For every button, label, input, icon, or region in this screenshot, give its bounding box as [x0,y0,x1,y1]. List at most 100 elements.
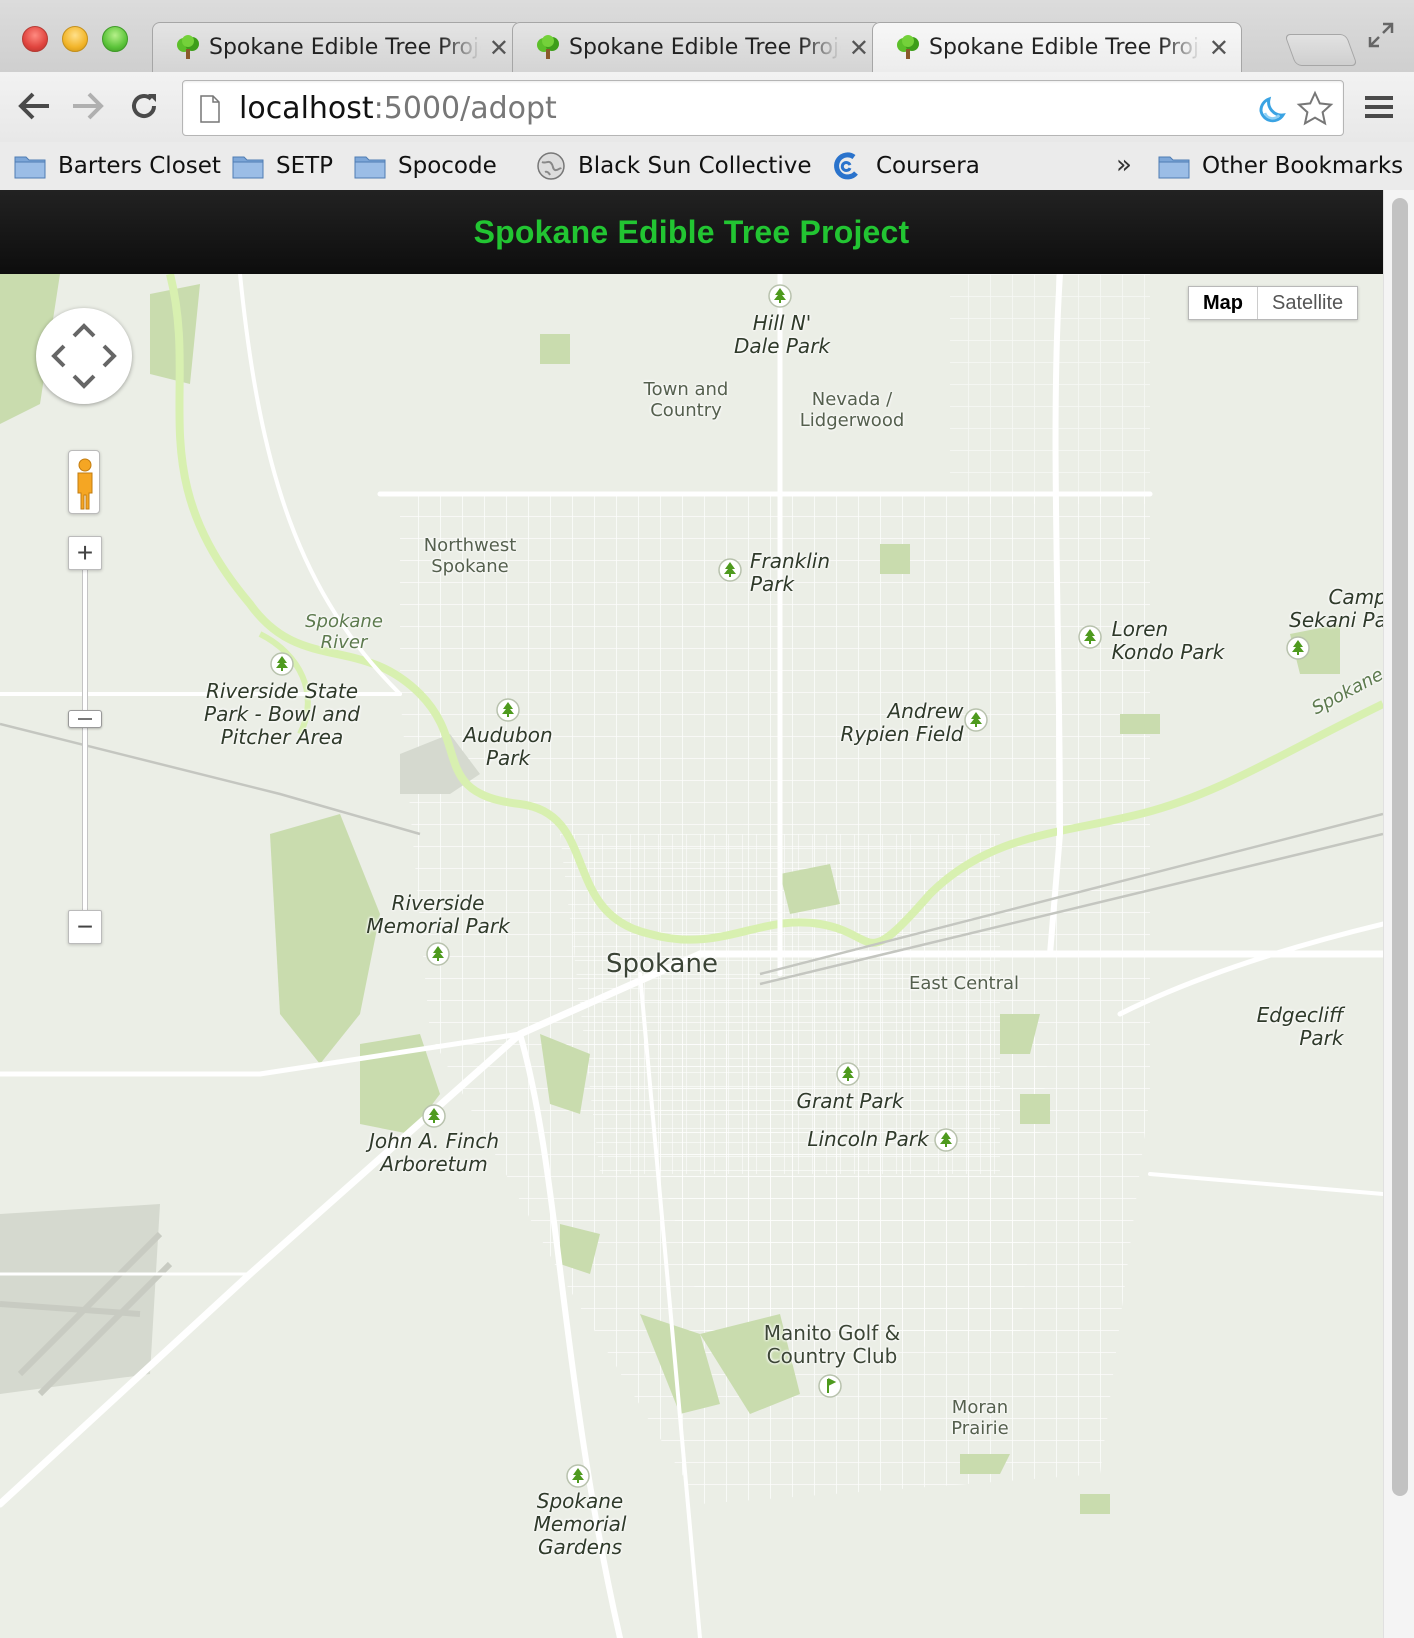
forward-button[interactable] [68,86,108,126]
label-text: Camp Sekani Pa [1289,585,1383,632]
back-button[interactable] [14,86,54,126]
label-text: Town and Country [643,379,729,421]
bookmark-star-icon[interactable] [1295,89,1335,129]
bookmark-label: Spocode [398,153,497,179]
page-viewport: Spokane Edible Tree Project Map Satellit… [0,190,1383,1638]
tree-marker-icon[interactable] [835,1061,861,1087]
tab-1[interactable]: Spokane Edible Tree Project ✕ [152,22,522,72]
label-riverside-state-park: Riverside State Park - Bowl and Pitcher … [204,680,360,749]
zoom-in-button[interactable]: + [68,536,102,570]
bookmark-spocode[interactable]: Spocode [354,146,497,186]
zoom-window-button[interactable] [102,26,128,52]
label-audubon-park: Audubon Park [463,724,552,770]
tree-marker-icon[interactable] [717,557,743,583]
label-riverside-memorial-park: Riverside Memorial Park [366,892,509,938]
label-text: Hill N' Dale Park [734,311,830,358]
site-title: Spokane Edible Tree Project [473,213,910,250]
folder-icon [1158,156,1190,179]
zoom-slider-handle[interactable] [68,710,102,728]
bookmark-coursera[interactable]: Coursera [830,146,980,186]
label-text: Loren Kondo Park [1111,617,1225,664]
label-text: Edgecliff Park [1256,1003,1344,1050]
scrollbar-thumb[interactable] [1392,198,1408,1496]
zoom-slider-track[interactable] [82,566,88,938]
tab-close-icon[interactable]: ✕ [489,34,509,62]
bookmark-other-bookmarks[interactable]: Other Bookmarks [1158,146,1403,186]
pan-control[interactable] [36,308,132,404]
north-grid [950,274,1150,504]
hamburger-menu-icon[interactable] [1362,90,1396,124]
tree-marker-icon[interactable] [767,283,793,309]
label-lincoln-park: Lincoln Park [807,1128,928,1151]
tree-marker-icon[interactable] [933,1127,959,1153]
map-type-satellite-button[interactable]: Satellite [1258,287,1357,319]
pan-arrows-icon [51,323,117,389]
label-northwest-spokane: Northwest Spokane [423,535,517,577]
forward-arrow-icon [73,92,104,120]
address-bar[interactable]: localhost:5000/adopt [182,80,1344,136]
golf-marker-icon[interactable] [817,1373,843,1399]
label-andrew-rypien-field: Andrew Rypien Field [841,700,964,746]
label-franklin-park: Franklin Park [750,550,830,596]
tree-marker-icon[interactable] [1077,624,1103,650]
tree-marker-icon[interactable] [565,1463,591,1489]
reload-button[interactable] [124,86,164,126]
bookmark-black-sun-collective[interactable]: Black Sun Collective [536,146,811,186]
zoom-out-button[interactable]: − [68,910,102,944]
label-spokane-river-west: Spokane River [305,611,383,653]
pegman-icon [77,458,93,510]
globe-icon [537,152,565,180]
bookmarks-overflow-chevron[interactable]: » [1116,150,1132,180]
label-text: Franklin Park [749,549,831,596]
label-hill-n-dale-park: Hill N' Dale Park [734,312,830,358]
tab-2[interactable]: Spokane Edible Tree Project ✕ [512,22,882,72]
tab-close-icon[interactable]: ✕ [1209,34,1229,62]
url-text[interactable]: localhost:5000/adopt [239,91,557,126]
tab-close-icon[interactable]: ✕ [849,34,869,62]
label-moran-prairie: Moran Prairie [951,1397,1009,1439]
tree-marker-icon[interactable] [421,1103,447,1129]
folder-icon [14,156,46,179]
label-text: Moran Prairie [951,1397,1009,1439]
minimize-window-button[interactable] [62,26,88,52]
tree-favicon-icon [177,34,199,59]
fullscreen-icon[interactable] [1366,20,1396,50]
map-type-map-button[interactable]: Map [1189,287,1258,319]
label-town-and-country: Town and Country [643,379,729,421]
label-grant-park: Grant Park [797,1090,904,1113]
moon-extension-icon[interactable] [1253,91,1289,127]
label-text: Grant Park [796,1089,904,1113]
bookmark-setp[interactable]: SETP [232,146,333,186]
label-loren-kondo-park: Loren Kondo Park [1112,618,1225,664]
street-view-pegman[interactable] [68,450,100,514]
close-window-button[interactable] [22,26,48,52]
folder-icon [232,156,264,179]
bookmark-label: Barters Closet [58,153,221,179]
tab-title: Spokane Edible Tree Project [569,35,841,60]
new-tab-button[interactable] [1284,34,1358,66]
label-text: Lincoln Park [807,1127,929,1151]
tree-marker-icon[interactable] [425,941,451,967]
label-text: Riverside State Park - Bowl and Pitcher … [204,679,360,749]
label-edgecliff-park: Edgecliff Park [1257,1004,1344,1050]
tree-marker-icon[interactable] [269,651,295,677]
url-host: localhost [239,91,374,126]
label-text: Northwest Spokane [423,535,517,577]
map-type-control: Map Satellite [1188,286,1359,320]
tree-marker-icon[interactable] [963,707,989,733]
bookmarks-bar: Barters Closet SETP Spocode Black Sun Co… [0,142,1414,190]
google-map[interactable]: Map Satellite + − Hill N' Dale Park Town… [0,274,1383,1638]
bookmark-barters-closet[interactable]: Barters Closet [14,146,221,186]
page-scrollbar[interactable] [1383,190,1414,1638]
tab-3-active[interactable]: Spokane Edible Tree Project ✕ [872,22,1242,72]
label-text: East Central [908,973,1020,994]
label-nevada-lidgerwood: Nevada / Lidgerwood [800,389,905,431]
tree-marker-icon[interactable] [495,697,521,723]
tab-title: Spokane Edible Tree Project [929,35,1201,60]
label-text: Riverside Memorial Park [366,891,510,938]
tree-marker-icon[interactable] [1285,635,1311,661]
label-city-spokane: Spokane [606,949,718,980]
coursera-icon [834,152,858,180]
label-spokane-memorial-gardens: Spokane Memorial Gardens [534,1490,627,1559]
label-camp-sekani-park: Camp Sekani Pa [1289,586,1383,632]
